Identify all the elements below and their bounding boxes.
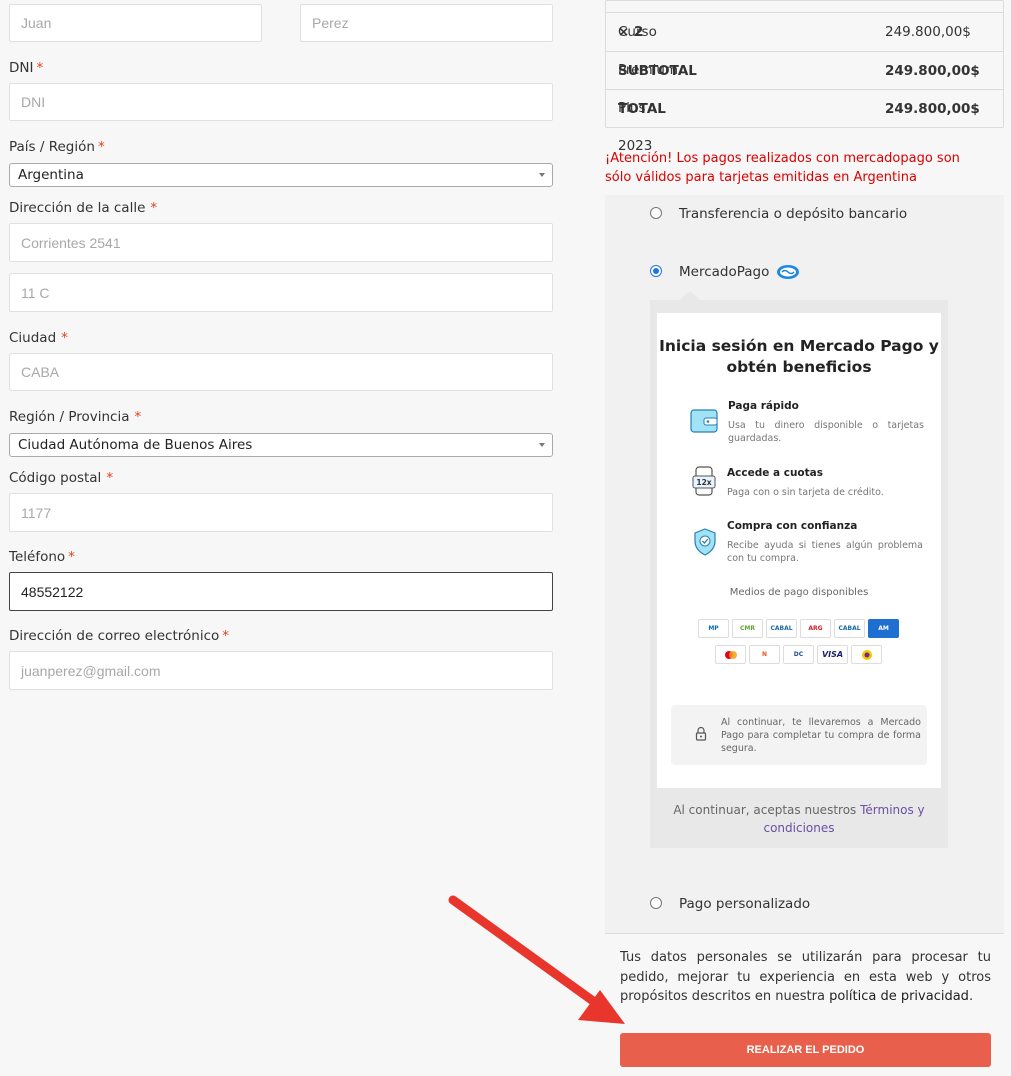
country-select[interactable]: Argentina <box>9 163 553 187</box>
required-mark: * <box>97 139 105 155</box>
divider <box>605 933 1004 934</box>
email-label: Dirección de correo electrónico * <box>9 628 230 644</box>
custom-payment-label[interactable]: Pago personalizado <box>679 896 810 912</box>
place-order-button[interactable]: REALIZAR EL PEDIDO <box>620 1033 991 1067</box>
radio-custom-payment[interactable] <box>650 897 662 909</box>
terms-prefix: Al continuar, aceptas nuestros <box>673 803 861 817</box>
required-mark: * <box>106 470 114 486</box>
order-item-price: 249.800,00$ <box>885 24 971 40</box>
street-input[interactable]: Corrientes 2541 <box>9 223 553 262</box>
last-name-input[interactable]: Perez <box>300 4 553 42</box>
argencard-card-icon: ARG <box>800 619 831 638</box>
payment-methods-title: Medios de pago disponibles <box>729 587 869 598</box>
chevron-down-icon <box>539 443 545 447</box>
amex-card-icon: AM <box>868 619 899 638</box>
secure-redirect-text: Al continuar, te llevaremos a Mercado Pa… <box>721 717 921 754</box>
required-mark: * <box>36 60 44 76</box>
total-value: 249.800,00$ <box>885 101 980 117</box>
order-summary-table: Curso Premium Plus 2023 × 2 249.800,00$ … <box>605 0 1004 154</box>
postal-input[interactable]: 1177 <box>9 493 553 532</box>
last-name-placeholder: Perez <box>312 15 349 31</box>
privacy-notice: Tus datos personales se utilizarán para … <box>620 948 991 1007</box>
required-mark: * <box>61 330 68 346</box>
bank-transfer-label[interactable]: Transferencia o depósito bancario <box>679 206 907 222</box>
terms-text: Al continuar, aceptas nuestros Términos … <box>670 801 928 837</box>
country-label: País / Región * <box>9 139 105 155</box>
cabal-card-icon: CABAL <box>766 619 797 638</box>
first-name-input[interactable]: Juan <box>9 4 262 42</box>
installments-icon: 12x <box>692 466 716 496</box>
province-label: Región / Provincia * <box>9 409 142 425</box>
benefit-fast-desc: Usa tu dinero disponible o tarjetas guar… <box>728 420 924 444</box>
privacy-end: . <box>968 989 974 1004</box>
installments-badge: 12x <box>696 478 711 487</box>
province-value: Ciudad Autónoma de Buenos Aires <box>18 437 253 453</box>
phone-input[interactable]: 48552122 <box>9 572 553 611</box>
lock-icon <box>695 726 707 741</box>
chevron-down-icon <box>539 173 545 177</box>
benefit-installments-title: Accede a cuotas <box>727 467 823 479</box>
mercadopago-logo-icon <box>777 265 799 279</box>
dni-input[interactable]: DNI <box>9 83 553 121</box>
required-mark: * <box>222 628 230 644</box>
street-2-input[interactable]: 11 C <box>9 273 553 312</box>
mercadopago-label[interactable]: MercadoPago <box>679 264 769 280</box>
postal-label: Código postal * <box>9 470 114 486</box>
radio-mercadopago[interactable] <box>650 265 662 277</box>
cabal-debit-card-icon: CABAL <box>834 619 865 638</box>
required-mark: * <box>150 200 158 216</box>
benefit-trust-desc: Recibe ayuda si tienes algún problema co… <box>727 540 923 564</box>
radio-bank-transfer[interactable] <box>650 207 662 219</box>
required-mark: * <box>68 549 75 565</box>
phone-value: 48552122 <box>21 583 84 600</box>
total-row: TOTAL 249.800,00$ <box>606 89 1003 128</box>
province-select[interactable]: Ciudad Autónoma de Buenos Aires <box>9 433 553 457</box>
mastercard-card-icon <box>715 645 746 664</box>
email-input[interactable]: juanperez@gmail.com <box>9 651 553 690</box>
dni-placeholder: DNI <box>21 94 46 110</box>
order-item-row: Curso Premium Plus 2023 × 2 249.800,00$ <box>606 12 1003 154</box>
mercadopago-warning: ¡Atención! Los pagos realizados con merc… <box>605 151 960 185</box>
naranja-card-icon: N <box>749 645 780 664</box>
annotation-arrow-icon <box>448 895 625 1024</box>
subtotal-value: 249.800,00$ <box>885 63 980 79</box>
cmr-card-icon: CMR <box>732 619 763 638</box>
panel-notch <box>680 291 700 300</box>
diners-card-icon: DC <box>783 645 814 664</box>
email-placeholder: juanperez@gmail.com <box>21 662 161 679</box>
visa-card-icon: VISA <box>817 645 848 664</box>
benefit-fast-title: Paga rápido <box>728 400 799 412</box>
subtotal-row: SUBTOTAL 249.800,00$ <box>606 51 1003 90</box>
city-input[interactable]: CABA <box>9 353 553 391</box>
dni-label: DNI * <box>9 60 44 76</box>
total-label: TOTAL <box>618 101 666 117</box>
street-2-placeholder: 11 C <box>21 284 50 301</box>
benefit-trust-title: Compra con confianza <box>727 520 858 532</box>
street-placeholder: Corrientes 2541 <box>21 234 121 251</box>
country-value: Argentina <box>18 167 84 183</box>
privacy-policy-link[interactable]: política de privacidad <box>829 989 969 1004</box>
city-placeholder: CABA <box>21 364 60 380</box>
cencosud-card-icon <box>851 645 882 664</box>
mp-title: Inicia sesión en Mercado Pago y obtén be… <box>659 337 939 376</box>
subtotal-label: SUBTOTAL <box>618 63 697 79</box>
shield-icon <box>694 528 716 556</box>
postal-placeholder: 1177 <box>21 504 52 521</box>
mercadopago-card-icon: MP <box>698 619 729 638</box>
street-label: Dirección de la calle * <box>9 200 158 216</box>
wallet-icon <box>690 409 718 433</box>
required-mark: * <box>134 409 142 425</box>
first-name-placeholder: Juan <box>21 15 52 31</box>
benefit-installments-desc: Paga con o sin tarjeta de crédito. <box>727 487 884 498</box>
city-label: Ciudad * <box>9 330 68 346</box>
phone-label: Teléfono * <box>9 549 75 565</box>
